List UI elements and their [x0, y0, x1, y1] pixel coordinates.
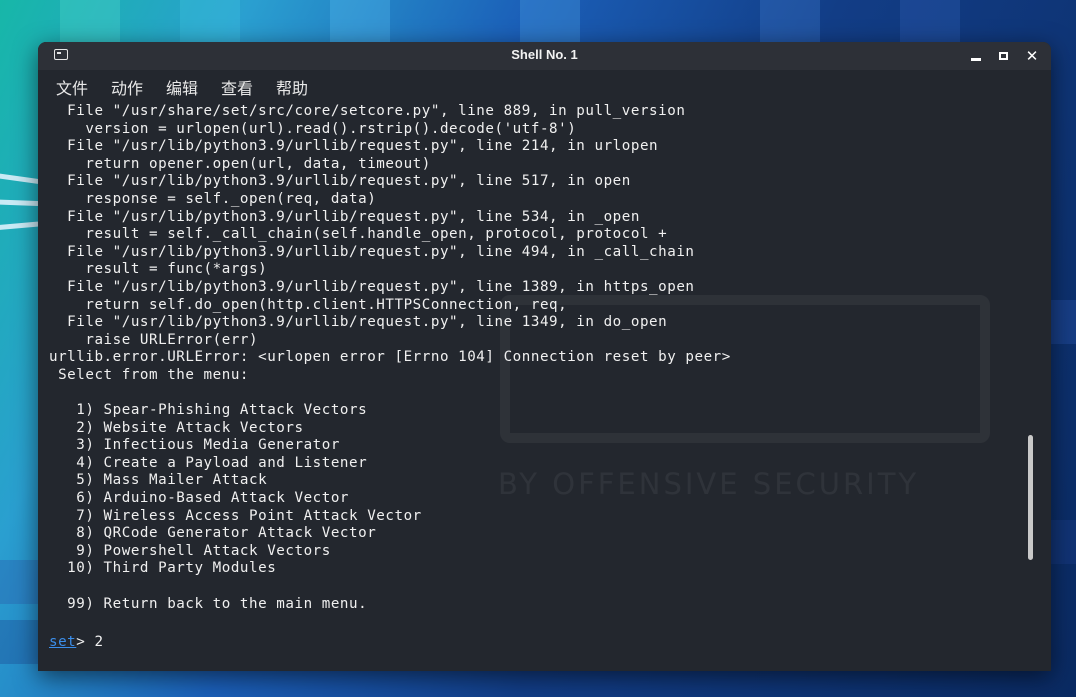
background-tile — [180, 0, 240, 44]
menu-bar: 文件 动作 编辑 查看 帮助 — [38, 70, 1051, 100]
title-bar[interactable]: Shell No. 1 ✕ — [38, 42, 1051, 70]
terminal-window: Shell No. 1 ✕ 文件 动作 编辑 查看 帮助 BY OFFENSIV… — [38, 42, 1051, 671]
terminal-lines: File "/usr/share/set/src/core/setcore.py… — [49, 103, 731, 613]
dragon-streak — [0, 198, 41, 207]
dragon-streak — [0, 170, 41, 185]
menu-option: 8) QRCode Generator Attack Vector — [49, 525, 377, 542]
menu-option: 4) Create a Payload and Listener — [49, 454, 368, 471]
scrollbar-thumb[interactable] — [1028, 435, 1033, 560]
background-tile — [760, 0, 820, 44]
set-prompt: set — [49, 634, 77, 650]
terminal-line: File "/usr/lib/python3.9/urllib/request.… — [49, 314, 668, 331]
minimize-icon — [971, 58, 981, 61]
minimize-button[interactable] — [968, 48, 984, 64]
menu-option: 5) Mass Mailer Attack — [49, 472, 268, 489]
menu-option: 99) Return back to the main menu. — [49, 595, 368, 612]
error-line: urllib.error.URLError: <urlopen error [E… — [49, 349, 731, 366]
menu-option: 6) Arduino-Based Attack Vector — [49, 490, 350, 507]
menu-option: 10) Third Party Modules — [49, 560, 277, 577]
terminal-line: version = urlopen(url).read().rstrip().d… — [49, 120, 577, 137]
dragon-streak — [0, 221, 41, 232]
background-tile — [60, 0, 120, 44]
menu-file[interactable]: 文件 — [56, 75, 88, 99]
terminal-line: result = self._call_chain(self.handle_op… — [49, 226, 668, 243]
maximize-button[interactable] — [996, 48, 1012, 64]
menu-view[interactable]: 查看 — [221, 75, 253, 99]
close-button[interactable]: ✕ — [1024, 48, 1040, 64]
menu-heading: Select from the menu: — [49, 366, 250, 383]
maximize-icon — [999, 52, 1008, 60]
terminal-line: File "/usr/share/set/src/core/setcore.py… — [49, 103, 686, 119]
menu-help[interactable]: 帮助 — [276, 75, 308, 99]
menu-option: 3) Infectious Media Generator — [49, 437, 340, 454]
menu-option: 9) Powershell Attack Vectors — [49, 542, 331, 559]
menu-edit[interactable]: 编辑 — [166, 75, 198, 99]
terminal-line: return opener.open(url, data, timeout) — [49, 155, 431, 172]
terminal-line: File "/usr/lib/python3.9/urllib/request.… — [49, 278, 695, 295]
terminal-line: File "/usr/lib/python3.9/urllib/request.… — [49, 138, 659, 155]
background-tile — [330, 0, 390, 44]
terminal-line: File "/usr/lib/python3.9/urllib/request.… — [49, 173, 631, 190]
terminal-output[interactable]: BY OFFENSIVE SECURITY File "/usr/share/s… — [38, 100, 1051, 671]
terminal-line: File "/usr/lib/python3.9/urllib/request.… — [49, 208, 640, 225]
close-icon: ✕ — [1025, 47, 1039, 65]
menu-option: 1) Spear-Phishing Attack Vectors — [49, 402, 368, 419]
menu-action[interactable]: 动作 — [111, 75, 143, 99]
terminal-line: result = func(*args) — [49, 261, 268, 278]
menu-option: 2) Website Attack Vectors — [49, 419, 304, 436]
prompt-suffix: > — [76, 634, 95, 650]
terminal-line: response = self._open(req, data) — [49, 190, 377, 207]
terminal-line: raise URLError(err) — [49, 331, 259, 348]
terminal-line: File "/usr/lib/python3.9/urllib/request.… — [49, 243, 695, 260]
terminal-line: return self.do_open(http.client.HTTPSCon… — [49, 296, 568, 313]
background-tile — [520, 0, 580, 44]
window-title: Shell No. 1 — [511, 47, 578, 62]
prompt-line[interactable]: set> 2 — [49, 633, 104, 651]
background-tile — [900, 0, 960, 44]
command-input[interactable]: 2 — [94, 634, 103, 650]
menu-option: 7) Wireless Access Point Attack Vector — [49, 507, 422, 524]
